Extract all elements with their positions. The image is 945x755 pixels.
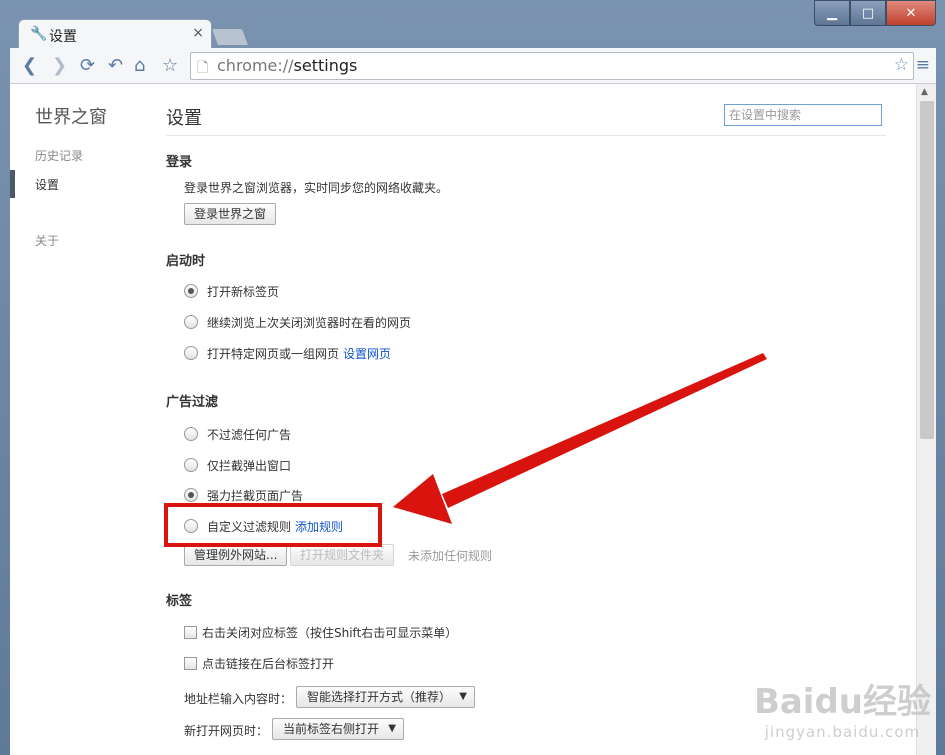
watermark: Baidu经验 jingyan.baidu.com (754, 674, 931, 741)
watermark-url: jingyan.baidu.com (764, 723, 921, 741)
annotation-arrow (393, 353, 767, 524)
watermark-logo: Baidu经验 (753, 682, 931, 722)
